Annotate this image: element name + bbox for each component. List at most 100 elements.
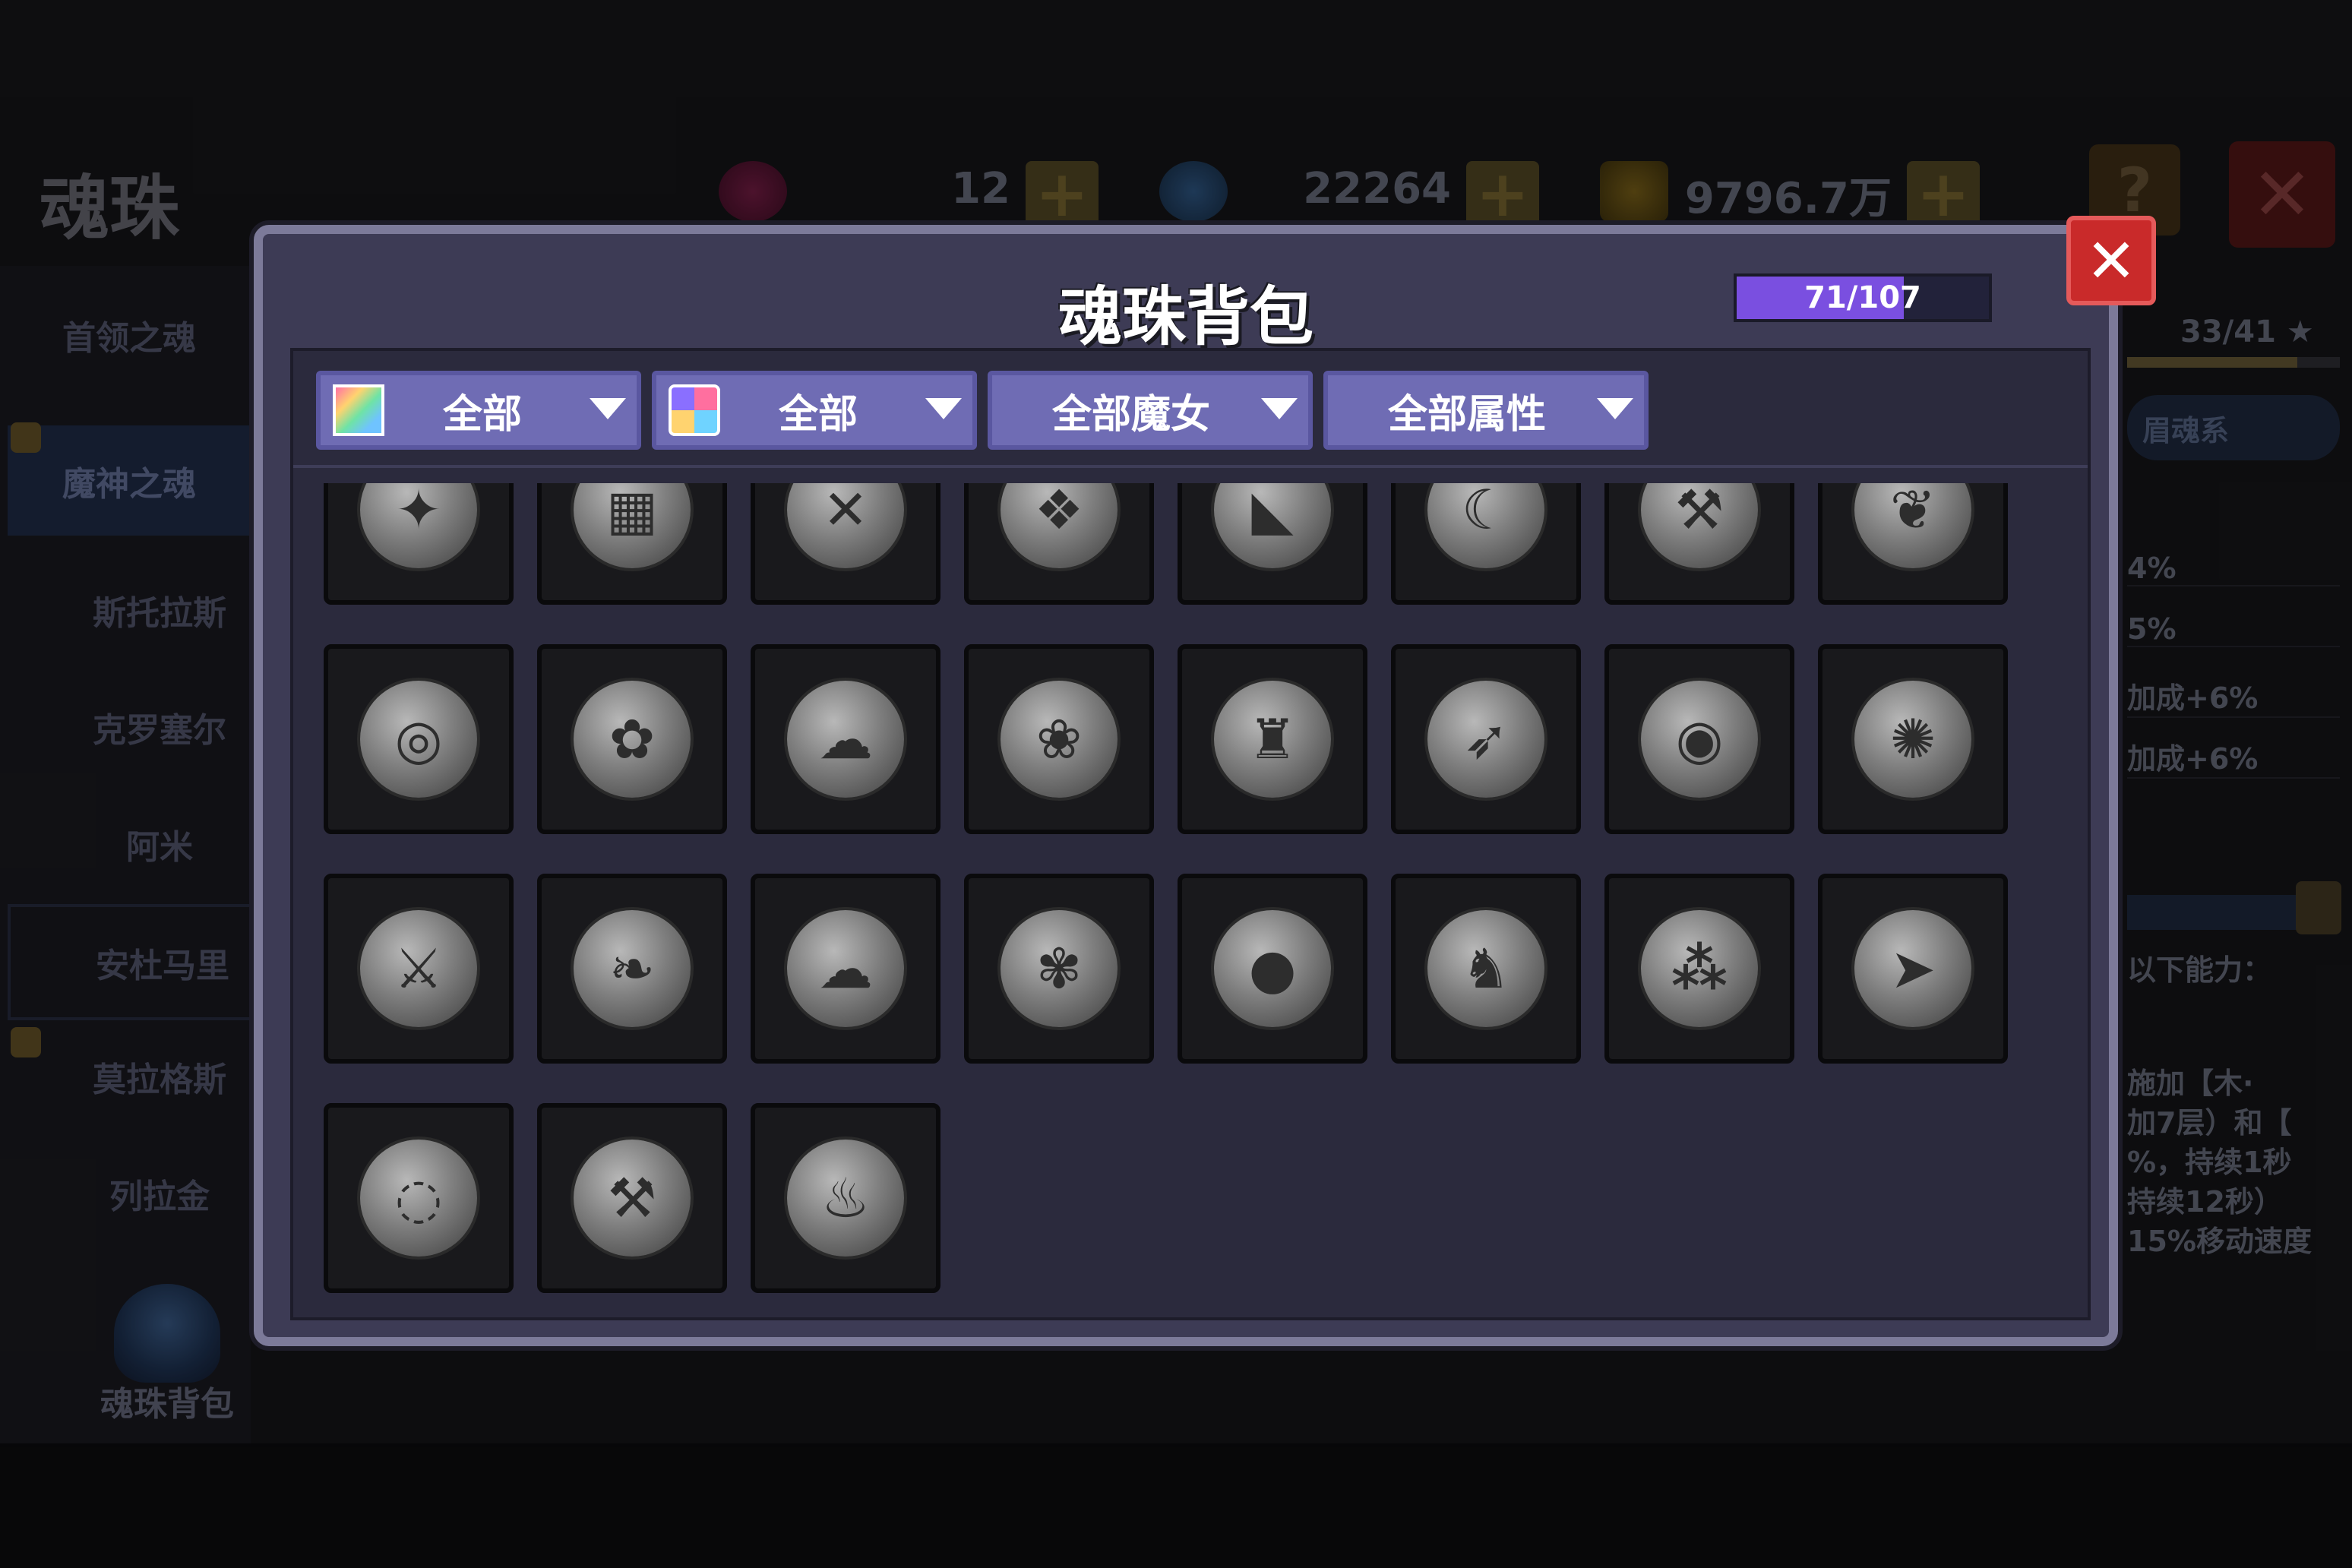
filter-color-dropdown[interactable]: 全部 [652,371,977,450]
leaf-orb-icon: ❧ [574,910,691,1027]
dragon-orb-icon: ✦ [360,483,477,568]
orb-slot[interactable]: ☾ [1391,483,1581,605]
bag-content: 全部 全部 全部魔女 全部属性 ✦ ▦ ✕ ❖ ◣ ☾ ⚒ ❦ ◎ ✿ ☁ ❀ ♜ ➶ ◉ ✺ ⚔ ❧ ☁ ✾ ● ♞ ⁂ ➤… [290,348,2091,1320]
chevron-down-icon [1261,398,1298,419]
orb-slot[interactable]: ◉ [1604,644,1794,834]
orb-slot[interactable]: ☁ [751,874,940,1064]
cannon-orb-icon: ◎ [360,681,477,798]
orb-emblem: ◣ [1251,483,1294,542]
orb-slot[interactable]: ⚔ [324,874,514,1064]
orb-slot[interactable]: ✕ [751,483,940,605]
colors-grid-icon [669,384,720,436]
orb-slot[interactable]: ⚒ [537,1103,727,1293]
orb-emblem: ◎ [394,707,443,771]
orb-slot[interactable]: ❦ [1818,483,2008,605]
divider [293,465,2088,468]
orb-slot[interactable]: ➤ [1818,874,2008,1064]
modal-close-button[interactable]: ✕ [2066,216,2156,305]
claw-orb-icon: ◣ [1214,483,1331,568]
orb-slot[interactable]: ❀ [964,644,1154,834]
crescent-orb-icon: ☾ [1427,483,1544,568]
orb-slot[interactable]: ◌ [324,1103,514,1293]
orb-grid[interactable]: ✦ ▦ ✕ ❖ ◣ ☾ ⚒ ❦ ◎ ✿ ☁ ❀ ♜ ➶ ◉ ✺ ⚔ ❧ ☁ ✾ ● ♞ ⁂ ➤ ◌ ⚒ ♨ [324,483,2071,1311]
orb-emblem: ◉ [1675,707,1724,771]
orb-slot[interactable]: ♜ [1178,644,1367,834]
orb-slot[interactable]: ✿ [537,644,727,834]
filter-label: 全部魔女 [1051,391,1210,438]
orb-slot[interactable]: ✾ [964,874,1154,1064]
orb-emblem: ❀ [1035,707,1083,771]
filter-label: 全部 [442,391,522,438]
orb-emblem: ➶ [1462,707,1510,771]
orb-emblem: ♨ [820,1166,871,1230]
orb-emblem: ⚒ [1674,483,1724,542]
orb-emblem: ✕ [822,483,869,542]
orb-emblem: ♜ [1247,707,1298,771]
wolf-orb-icon: ✺ [1854,681,1971,798]
orb-emblem: ☁ [818,707,873,771]
torch-orb-icon: ♨ [787,1140,904,1257]
chevron-down-icon [590,398,626,419]
orb-emblem: ✺ [1889,707,1936,771]
orb-emblem: ✾ [1035,937,1083,1001]
orb-emblem: ☁ [818,937,873,1001]
orb-emblem: ❧ [609,937,656,1001]
chevron-down-icon [925,398,962,419]
arrow-orb-icon: ➤ [1854,910,1971,1027]
orb-slot[interactable]: ☁ [751,644,940,834]
orb-slot[interactable]: ◎ [324,644,514,834]
filter-label: 全部 [778,391,858,438]
orb-slot[interactable]: ❖ [964,483,1154,605]
cells-orb-icon: ⁂ [1641,910,1758,1027]
double-axe-orb-icon: ⚒ [574,1140,691,1257]
capsule-orb-icon: ● [1214,910,1331,1027]
orb-slot[interactable]: ✦ [324,483,514,605]
orb-emblem: ❦ [1889,483,1936,542]
wing-orb-icon: ❦ [1854,483,1971,568]
filter-witch-dropdown[interactable]: 全部魔女 [988,371,1313,450]
flower-orb-icon: ✿ [574,681,691,798]
orb-slot[interactable]: ♨ [751,1103,940,1293]
crossed-swords-orb-icon: ✕ [787,483,904,568]
orb-slot[interactable]: ● [1178,874,1367,1064]
orb-slot[interactable]: ✺ [1818,644,2008,834]
soul-bag-modal: 魂珠背包 71/107 ✕ 全部 全部 全部魔女 全部属性 ✦ ▦ ✕ ❖ ◣ … [254,216,2156,1346]
orb-emblem: ● [1248,937,1297,1001]
knight-orb-icon: ♞ [1427,910,1544,1027]
orb-emblem: ⚒ [607,1166,657,1230]
spear-orb-icon: ➶ [1427,681,1544,798]
gate-orb-icon: ▦ [574,483,691,568]
filter-attribute-dropdown[interactable]: 全部属性 [1323,371,1649,450]
bird-orb-icon: ❀ [1001,681,1118,798]
orb-emblem: ◌ [394,1166,443,1230]
ring-orb-icon: ◉ [1641,681,1758,798]
axe-orb-icon: ⚒ [1641,483,1758,568]
capacity-text: 71/107 [1804,280,1921,315]
rose-orb-icon: ✾ [1001,910,1118,1027]
orb-slot[interactable]: ❧ [537,874,727,1064]
orb-emblem: ⁂ [1671,937,1728,1001]
orb-slot[interactable]: ⁂ [1604,874,1794,1064]
orb-slot[interactable]: ➶ [1391,644,1581,834]
orb-emblem: ▦ [605,483,659,542]
winged-sword-orb-icon: ⚔ [360,910,477,1027]
swirl-orb-icon: ◌ [360,1140,477,1257]
chalice-orb-icon: ♜ [1214,681,1331,798]
capacity-bar: 71/107 [1734,273,1992,322]
orb-slot[interactable]: ⚒ [1604,483,1794,605]
orb-slot[interactable]: ▦ [537,483,727,605]
filter-rarity-dropdown[interactable]: 全部 [316,371,641,450]
orb-emblem: ☾ [1461,483,1511,542]
orb-slot[interactable]: ◣ [1178,483,1367,605]
filter-label: 全部属性 [1387,391,1546,438]
orb-emblem: ⚔ [394,937,444,1001]
cloud-orb-icon: ☁ [787,910,904,1027]
orb-emblem: ♞ [1461,937,1511,1001]
orb-emblem: ✿ [609,707,656,771]
orb-emblem: ➤ [1889,937,1936,1001]
ghost-orb-icon: ☁ [787,681,904,798]
orb-emblem: ✦ [395,483,442,542]
chevron-down-icon [1597,398,1633,419]
orb-slot[interactable]: ♞ [1391,874,1581,1064]
orb-emblem: ❖ [1034,483,1084,542]
